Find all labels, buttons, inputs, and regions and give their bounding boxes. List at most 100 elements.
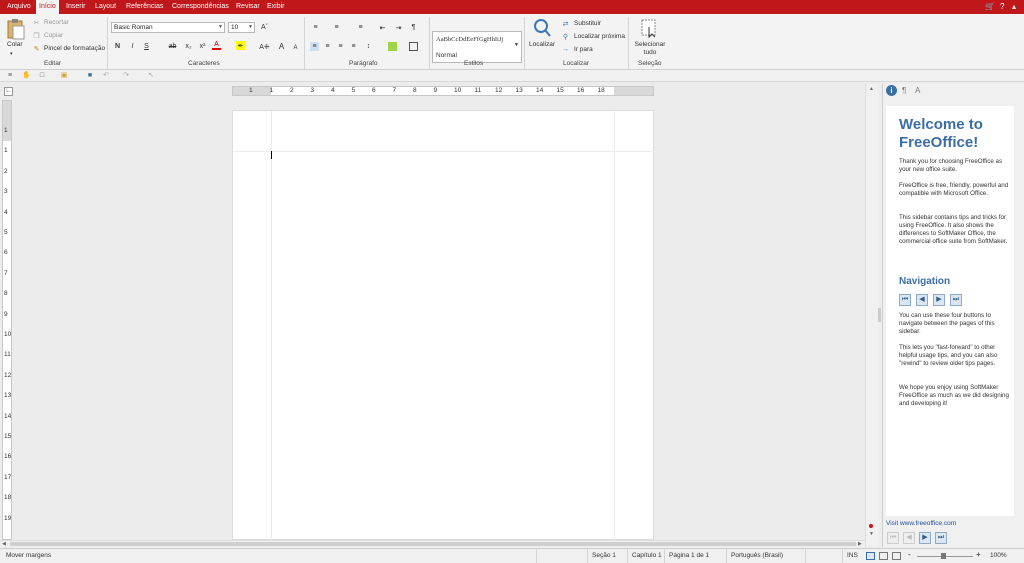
menu-layout[interactable]: Layout (92, 0, 119, 14)
next-page-icon[interactable]: ▶ (933, 294, 945, 306)
numbering-icon[interactable]: ≡ (332, 23, 341, 32)
clear-format-icon[interactable]: A⁜ (259, 42, 270, 51)
character-icon[interactable]: A (915, 86, 920, 95)
increase-indent-icon[interactable]: ⇥ (394, 23, 403, 32)
align-center-icon[interactable]: ≡ (323, 42, 332, 51)
open-folder-icon[interactable]: ▣ (60, 72, 68, 80)
menu-inicio[interactable]: Início (36, 0, 59, 14)
document-page[interactable] (232, 110, 655, 541)
menu-revisar[interactable]: Revisar (233, 0, 263, 14)
menu-arquivo[interactable]: Arquivo (4, 0, 34, 14)
menu-inserir[interactable]: Inserir (63, 0, 88, 14)
select-all-icon[interactable] (640, 18, 658, 38)
previous-page-icon[interactable]: ◀ (903, 532, 915, 544)
ruler-number: 10 (4, 331, 12, 338)
multilevel-list-icon[interactable]: ≡ (356, 23, 365, 32)
copiar-button[interactable]: Copiar (44, 32, 63, 39)
selecionar-tudo-button[interactable]: Selecionar tudo (634, 41, 666, 57)
redo-icon[interactable]: ↷ (122, 72, 130, 80)
shrink-font-icon[interactable]: A (291, 43, 300, 52)
pincel-button[interactable]: Pincel de formatação (44, 45, 105, 52)
freeoffice-link[interactable]: Visit www.freeoffice.com (886, 520, 956, 527)
change-case-icon[interactable]: Aˇ (260, 23, 269, 32)
new-document-icon[interactable]: □ (38, 72, 46, 80)
font-size-combo[interactable]: 10 ▼ (228, 22, 255, 33)
paragraph-icon[interactable]: ¶ (902, 86, 906, 95)
strikethrough-icon[interactable]: ab (168, 42, 177, 51)
scroll-thumb[interactable] (10, 542, 856, 546)
view-master-icon[interactable] (892, 552, 901, 560)
menu-referencias[interactable]: Referências (123, 0, 166, 14)
zoom-out-icon[interactable]: - (908, 550, 911, 559)
sidebar-splitter[interactable] (878, 308, 881, 322)
subscript-icon[interactable]: x₂ (184, 42, 193, 51)
search-icon[interactable] (533, 18, 551, 38)
line-spacing-icon[interactable]: ↕ (364, 42, 373, 51)
substituir-button[interactable]: Substituir (574, 20, 601, 27)
previous-page-icon[interactable]: ◀ (916, 294, 928, 306)
cart-icon[interactable]: 🛒 (985, 2, 995, 11)
status-language[interactable]: Português (Brasil) (726, 549, 783, 563)
hand-icon[interactable]: ✋ (22, 72, 31, 80)
ruler-number: 15 (4, 433, 12, 440)
format-painter-icon: ✎ (33, 45, 40, 53)
undo-icon[interactable]: ↶ (102, 72, 110, 80)
scroll-left-icon[interactable]: ◀ (2, 541, 6, 547)
ruler-number: 18 (4, 494, 12, 502)
bold-button[interactable]: N (113, 42, 122, 51)
italic-button[interactable]: I (128, 42, 137, 51)
help-icon[interactable]: ? (1000, 2, 1004, 11)
font-name-combo[interactable]: Basic Roman ▼ (111, 22, 225, 33)
borders-icon[interactable] (409, 42, 418, 51)
align-left-icon[interactable]: ≡ (310, 42, 319, 51)
localizar-button[interactable]: Localizar (529, 41, 555, 48)
zoom-in-icon[interactable]: + (976, 550, 981, 559)
status-ins[interactable]: INS (842, 549, 858, 563)
decrease-indent-icon[interactable]: ⇤ (378, 23, 387, 32)
ruler-number: 4 (331, 87, 335, 94)
grow-font-icon[interactable]: A (277, 42, 286, 51)
view-outline-icon[interactable] (879, 552, 888, 560)
zoom-slider-handle[interactable] (941, 553, 946, 559)
last-page-icon[interactable]: ⏭ (950, 294, 962, 306)
highlight-icon[interactable]: ✒ (236, 41, 245, 50)
bullets-icon[interactable]: ≡ (311, 23, 320, 32)
vertical-ruler[interactable]: 1 1 2 3 4 5 6 7 8 9 10 11 12 13 14 15 16 17 18 19 (2, 100, 12, 540)
vertical-scrollbar[interactable]: ▲ ▼ (865, 84, 881, 547)
scroll-up-icon[interactable]: ▲ (869, 86, 874, 92)
last-page-icon[interactable]: ⏭ (935, 532, 947, 544)
chevron-down-icon[interactable]: ▼ (514, 42, 519, 48)
style-gallery[interactable]: AaBbCcDdEeFfGgHhIiJj Normal ▼ (432, 31, 522, 63)
shading-icon[interactable] (388, 42, 397, 51)
horizontal-ruler[interactable]: 1 1 2 3 4 5 6 7 8 9 10 11 12 13 14 15 16 18 (232, 86, 654, 96)
menu-correspondencias[interactable]: Correspondências (169, 0, 232, 14)
pointer-icon[interactable]: ↖ (147, 72, 155, 80)
first-page-icon[interactable]: ⏮ (887, 532, 899, 544)
menu-icon[interactable]: ≡ (6, 72, 14, 80)
ribbon-toggle-icon[interactable]: ▴ (1012, 2, 1016, 11)
recortar-button[interactable]: Recortar (44, 19, 69, 26)
justify-icon[interactable]: ≡ (349, 42, 358, 51)
tab-stop-selector[interactable]: ∟ (4, 87, 13, 96)
pilcrow-icon[interactable]: ¶ (409, 23, 418, 32)
align-right-icon[interactable]: ≡ (336, 42, 345, 51)
superscript-icon[interactable]: x² (198, 42, 207, 51)
colar-dropdown-icon[interactable]: ▾ (10, 51, 13, 57)
horizontal-scrollbar[interactable]: ◀ ▶ (0, 540, 865, 547)
first-page-icon[interactable]: ⏮ (899, 294, 911, 306)
view-normal-icon[interactable] (866, 552, 875, 560)
scroll-right-icon[interactable]: ▶ (858, 541, 862, 547)
info-icon[interactable]: i (886, 85, 897, 96)
menu-exibir[interactable]: Exibir (264, 0, 288, 14)
font-color-icon[interactable]: A (212, 41, 221, 50)
ir-para-button[interactable]: Ir para (574, 46, 593, 53)
zoom-level[interactable]: 100% (986, 549, 1007, 563)
underline-button[interactable]: S (142, 42, 151, 51)
colar-label[interactable]: Colar (7, 41, 23, 48)
next-page-icon[interactable]: ▶ (919, 532, 931, 544)
paste-icon[interactable] (6, 18, 26, 40)
scroll-down-icon[interactable]: ▼ (869, 531, 874, 537)
localizar-proxima-button[interactable]: Localizar próxima (574, 33, 625, 40)
save-icon[interactable]: ■ (86, 72, 94, 80)
chevron-down-icon: ▼ (218, 24, 223, 30)
